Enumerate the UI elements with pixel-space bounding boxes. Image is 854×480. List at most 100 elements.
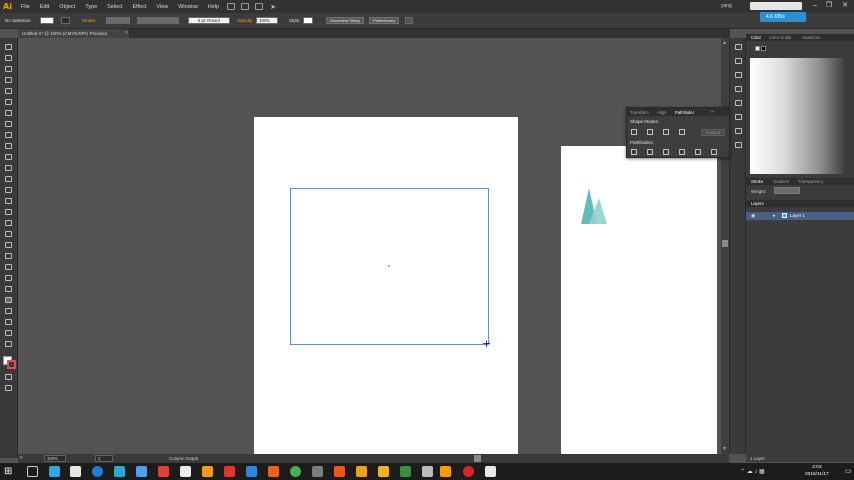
- magic-wand-tool-icon[interactable]: [5, 66, 12, 72]
- horizontal-scroll-thumb[interactable]: [474, 455, 481, 462]
- vertical-scrollbar[interactable]: ▲ ▼: [721, 38, 729, 454]
- task-view-icon[interactable]: [27, 466, 38, 477]
- exclude-icon[interactable]: [679, 129, 685, 135]
- app-icon-3[interactable]: [158, 466, 169, 477]
- gradient-tool-icon[interactable]: [5, 253, 12, 259]
- menu-edit[interactable]: Edit: [35, 4, 54, 10]
- free-transform-tool-icon[interactable]: [5, 209, 12, 215]
- unite-icon[interactable]: [631, 129, 637, 135]
- color-guide-panel-icon[interactable]: [735, 58, 742, 64]
- notifications-icon[interactable]: ▭: [845, 467, 852, 475]
- close-icon[interactable]: ✕: [840, 1, 850, 11]
- tab-stroke[interactable]: Stroke: [751, 179, 763, 184]
- width-tool-icon[interactable]: [5, 198, 12, 204]
- stroke-color-icon[interactable]: [7, 360, 16, 369]
- expand-layer-icon[interactable]: ▸: [773, 213, 776, 219]
- app-icon-7[interactable]: [246, 466, 257, 477]
- curvature-tool-icon[interactable]: [5, 99, 12, 105]
- trim-icon[interactable]: [647, 149, 653, 155]
- document-tab[interactable]: Untitled-1* @ 100% (CMYK/GPU Preview) ×: [18, 29, 130, 38]
- tab-color[interactable]: Color: [751, 35, 761, 40]
- selection-tool-icon[interactable]: [5, 44, 12, 50]
- app-icon-5[interactable]: [202, 466, 213, 477]
- menu-type[interactable]: Type: [80, 4, 102, 10]
- expand-button[interactable]: Expand: [701, 129, 725, 136]
- panel-close-icon[interactable]: »: [711, 109, 714, 115]
- variable-width-field[interactable]: [137, 17, 179, 24]
- line-tool-icon[interactable]: [5, 121, 12, 127]
- swatches-panel-icon[interactable]: [735, 72, 742, 78]
- app-icon-2[interactable]: [136, 466, 147, 477]
- perspective-grid-tool-icon[interactable]: [5, 231, 12, 237]
- menu-effect[interactable]: Effect: [127, 4, 151, 10]
- app-icon-14[interactable]: [485, 466, 496, 477]
- app-icon-11[interactable]: [378, 466, 389, 477]
- arrange-documents-icon[interactable]: [255, 3, 264, 10]
- zoom-dropdown-icon[interactable]: ▾: [20, 455, 23, 461]
- store-icon[interactable]: [49, 466, 60, 477]
- scale-tool-icon[interactable]: [5, 187, 12, 193]
- symbols-panel-icon[interactable]: [735, 100, 742, 106]
- opacity-label[interactable]: Opacity: [237, 18, 252, 23]
- shape-builder-tool-icon[interactable]: [5, 220, 12, 226]
- pencil-tool-icon[interactable]: [5, 154, 12, 160]
- rectangle-tool-icon[interactable]: [5, 132, 12, 138]
- app-icon-6[interactable]: [224, 466, 235, 477]
- artboard-nav-field[interactable]: 1: [95, 455, 113, 462]
- artboard-tool-icon[interactable]: [5, 308, 12, 314]
- brush-field[interactable]: 5 pt. Round: [188, 17, 230, 24]
- shape-artwork[interactable]: [579, 186, 609, 226]
- merge-icon[interactable]: [663, 149, 669, 155]
- fill-mini-swatch[interactable]: [755, 46, 760, 51]
- stroke-label[interactable]: Stroke:: [82, 18, 96, 23]
- menu-window[interactable]: Window: [173, 4, 203, 10]
- fill-swatch[interactable]: [40, 17, 54, 24]
- stroke-swatch[interactable]: [61, 17, 70, 24]
- chrome-icon[interactable]: [290, 466, 301, 477]
- tab-align[interactable]: Align: [657, 110, 666, 115]
- tab-transparency[interactable]: Transparency: [798, 179, 823, 184]
- tab-transform[interactable]: Transform: [630, 110, 649, 115]
- file-explorer-icon[interactable]: [70, 466, 81, 477]
- crop-icon[interactable]: [679, 149, 685, 155]
- color-panel-icon[interactable]: [735, 44, 742, 50]
- preferences-button[interactable]: Preferences: [369, 17, 399, 24]
- zoom-tool-icon[interactable]: [5, 341, 12, 347]
- lasso-tool-icon[interactable]: [5, 77, 12, 83]
- eraser-tool-icon[interactable]: [5, 165, 12, 171]
- outline-icon[interactable]: [695, 149, 701, 155]
- color-spectrum[interactable]: [750, 58, 846, 174]
- layer-row[interactable]: ◉ ▸ Layer 1: [746, 212, 854, 220]
- app-icon-1[interactable]: [114, 466, 125, 477]
- app-icon-13[interactable]: [422, 466, 433, 477]
- scroll-up-icon[interactable]: ▲: [722, 40, 727, 46]
- visibility-eye-icon[interactable]: ◉: [751, 213, 755, 219]
- scroll-down-icon[interactable]: ▼: [722, 446, 727, 452]
- vertical-scroll-thumb[interactable]: [722, 240, 728, 247]
- direct-selection-tool-icon[interactable]: [5, 55, 12, 61]
- rotate-tool-icon[interactable]: [5, 176, 12, 182]
- divide-icon[interactable]: [631, 149, 637, 155]
- menu-object[interactable]: Object: [54, 4, 80, 10]
- stroke-mini-swatch[interactable]: [761, 46, 766, 51]
- transform-panel-icon[interactable]: [735, 114, 742, 120]
- pathfinder-panel-icon[interactable]: [735, 142, 742, 148]
- search-input[interactable]: [750, 2, 802, 10]
- menu-help[interactable]: Help: [203, 4, 224, 10]
- app-icon-10[interactable]: [356, 466, 367, 477]
- app-icon-8[interactable]: [268, 466, 279, 477]
- mesh-tool-icon[interactable]: [5, 242, 12, 248]
- minus-back-icon[interactable]: [711, 149, 717, 155]
- edge-icon[interactable]: [92, 466, 103, 477]
- tab-gradient[interactable]: Gradient: [773, 179, 789, 184]
- layer-name[interactable]: Layer 1: [790, 213, 805, 218]
- slice-tool-icon[interactable]: [5, 319, 12, 325]
- tab-pathfinder[interactable]: Pathfinder: [675, 110, 694, 115]
- brushes-panel-icon[interactable]: [735, 86, 742, 92]
- tab-layers[interactable]: Layers: [751, 201, 764, 206]
- intersect-icon[interactable]: [663, 129, 669, 135]
- artboard-1[interactable]: +: [254, 117, 518, 454]
- eyedropper-tool-icon[interactable]: [5, 264, 12, 270]
- menu-select[interactable]: Select: [102, 4, 127, 10]
- app-icon-4[interactable]: [180, 466, 191, 477]
